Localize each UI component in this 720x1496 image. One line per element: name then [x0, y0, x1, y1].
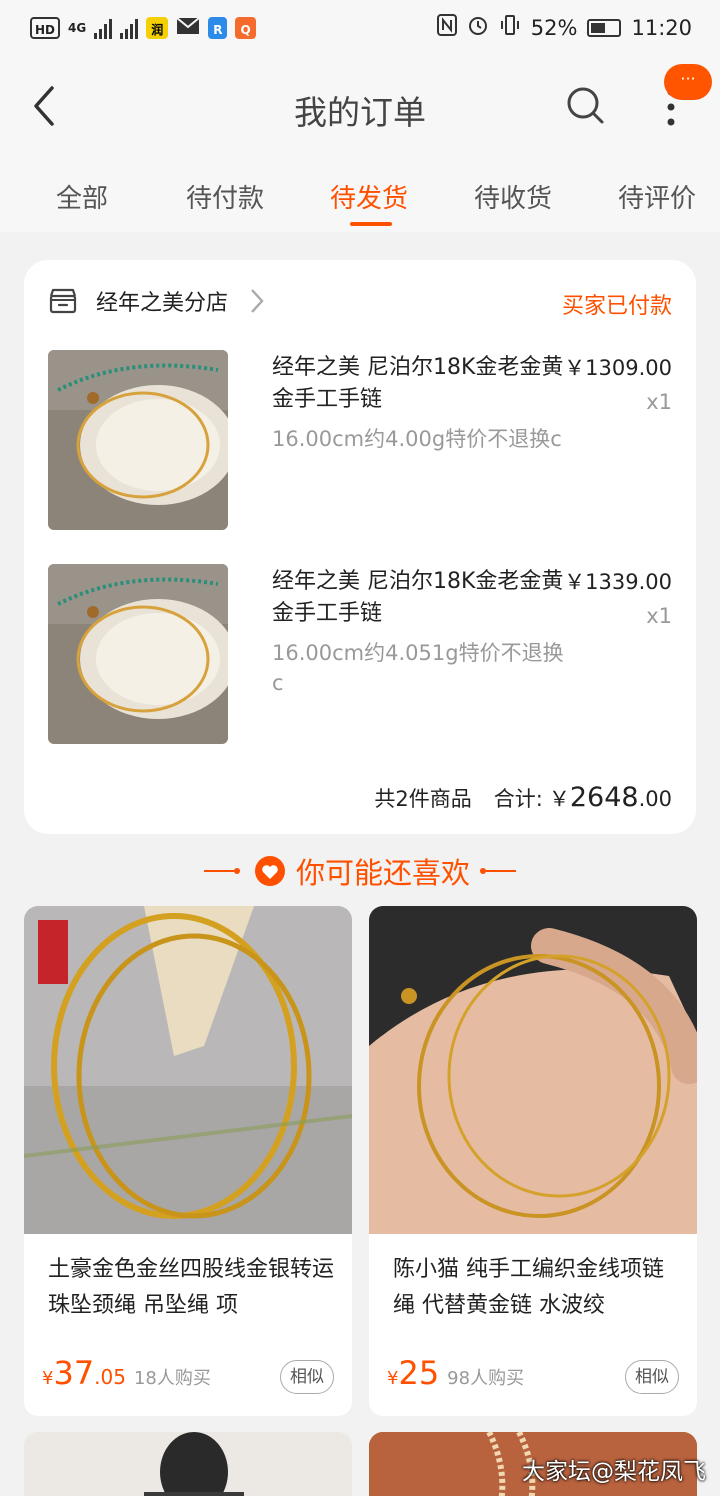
battery-percent: 52%: [530, 15, 578, 40]
app-notification-2-icon: R: [208, 17, 228, 39]
total-amount: 2648: [569, 782, 639, 813]
similar-button[interactable]: 相似: [280, 1360, 334, 1394]
product-thumbnail[interactable]: [48, 564, 228, 744]
product-price: ￥1309.00: [564, 356, 672, 380]
heart-icon: [254, 856, 285, 886]
nfc-icon: [436, 14, 457, 41]
shop-name: 经年之美分店: [96, 291, 229, 316]
search-icon: [567, 87, 604, 124]
recommend-price: ¥ 37 .05 18人购买: [42, 1354, 211, 1392]
product-price: ￥1339.00: [564, 570, 672, 594]
product-thumbnail[interactable]: [48, 350, 228, 530]
order-item[interactable]: 经年之美 尼泊尔18K金老金黄金手工手链 16.00cm约4.051g特价不退换…: [48, 564, 672, 744]
chevron-right-icon: [251, 289, 264, 313]
decor-line-right: [486, 870, 516, 872]
price-currency: ¥: [42, 1368, 54, 1389]
price-integer: 25: [398, 1354, 440, 1392]
network-label: 4G: [68, 21, 87, 35]
total-currency: ￥: [548, 787, 570, 811]
price-currency: ¥: [387, 1368, 399, 1389]
search-button[interactable]: [564, 84, 606, 126]
recommend-header: 你可能还喜欢: [0, 846, 720, 896]
similar-button[interactable]: 相似: [625, 1360, 679, 1394]
mail-icon: [176, 16, 200, 40]
app-notification-3-icon: Q: [235, 17, 256, 39]
product-quantity: x1: [646, 390, 672, 414]
decor-dot-left: [233, 868, 240, 874]
item-count: 共2件商品: [374, 787, 472, 811]
product-title: 经年之美 尼泊尔18K金老金黄金手工手链: [272, 355, 564, 412]
order-total: 共2件商品 合计: ￥ 2648 .00: [374, 782, 672, 813]
more-badge[interactable]: ···: [664, 64, 712, 100]
signal-icon: [94, 17, 113, 39]
recommend-title: 你可能还喜欢: [295, 856, 470, 890]
product-quantity: x1: [646, 604, 672, 628]
sold-count: 98人购买: [447, 1368, 525, 1389]
alarm-icon: [467, 14, 489, 41]
recommend-card-partial[interactable]: [24, 1432, 352, 1496]
tab-all[interactable]: 全部: [56, 178, 108, 215]
product-title: 经年之美 尼泊尔18K金老金黄金手工手链: [272, 569, 564, 626]
status-right: 52% 11:20: [436, 14, 692, 41]
price-decimal: .05: [94, 1365, 126, 1389]
recommend-image[interactable]: [24, 906, 352, 1234]
signal-2-icon: [120, 17, 139, 39]
page-title: 我的订单: [294, 93, 426, 132]
shop-row[interactable]: 经年之美分店: [48, 286, 264, 316]
order-status: 买家已付款: [561, 294, 672, 319]
clock: 11:20: [631, 15, 692, 40]
status-left: HD 4G 润 R Q: [30, 16, 256, 40]
header: 我的订单: [0, 56, 720, 160]
tab-pending-review[interactable]: 待评价: [618, 178, 696, 215]
order-tabs: 全部 待付款 待发货 待收货 待评价: [0, 160, 720, 232]
decor-line-left: [203, 870, 234, 872]
vibrate-icon: [499, 14, 521, 41]
recommend-image[interactable]: [369, 906, 697, 1234]
sold-count: 18人购买: [133, 1368, 211, 1389]
recommend-name: 土豪金色金丝四股线金银转运珠坠颈绳 吊坠绳 项: [48, 1257, 335, 1318]
watermark: 大家坛@梨花凤飞: [522, 1459, 706, 1485]
recommend-card[interactable]: 陈小猫 纯手工编织金线项链绳 代替黄金链 水波绞 ¥ 25 98人购买 相似: [369, 906, 697, 1416]
tab-pending-shipment[interactable]: 待发货: [330, 178, 408, 215]
total-label: 合计:: [493, 787, 543, 811]
order-card[interactable]: 经年之美分店 买家已付款 经年之美 尼泊尔18K金老金黄金手工手链 16.00c…: [24, 260, 696, 834]
recommend-price: ¥ 25 98人购买: [387, 1354, 524, 1392]
product-sku: 16.00cm约4.051g特价不退换c: [272, 641, 564, 695]
active-tab-indicator: [350, 222, 392, 226]
tab-pending-receipt[interactable]: 待收货: [474, 178, 552, 215]
recommend-card[interactable]: 土豪金色金丝四股线金银转运珠坠颈绳 吊坠绳 项 ¥ 37 .05 18人购买 相…: [24, 906, 352, 1416]
hd-indicator: HD: [30, 17, 61, 39]
recommend-name: 陈小猫 纯手工编织金线项链绳 代替黄金链 水波绞: [393, 1257, 664, 1318]
tab-pending-payment[interactable]: 待付款: [186, 178, 264, 215]
battery-icon: [587, 18, 622, 37]
app-notification-icon: 润: [146, 17, 169, 39]
product-sku: 16.00cm约4.00g特价不退换c: [272, 427, 562, 451]
shop-icon: [49, 288, 77, 314]
total-decimals: .00: [638, 787, 672, 811]
status-bar: HD 4G 润 R Q 52% 11:20: [0, 0, 720, 56]
order-item[interactable]: 经年之美 尼泊尔18K金老金黄金手工手链 16.00cm约4.00g特价不退换c…: [48, 350, 672, 530]
price-integer: 37: [53, 1354, 95, 1392]
